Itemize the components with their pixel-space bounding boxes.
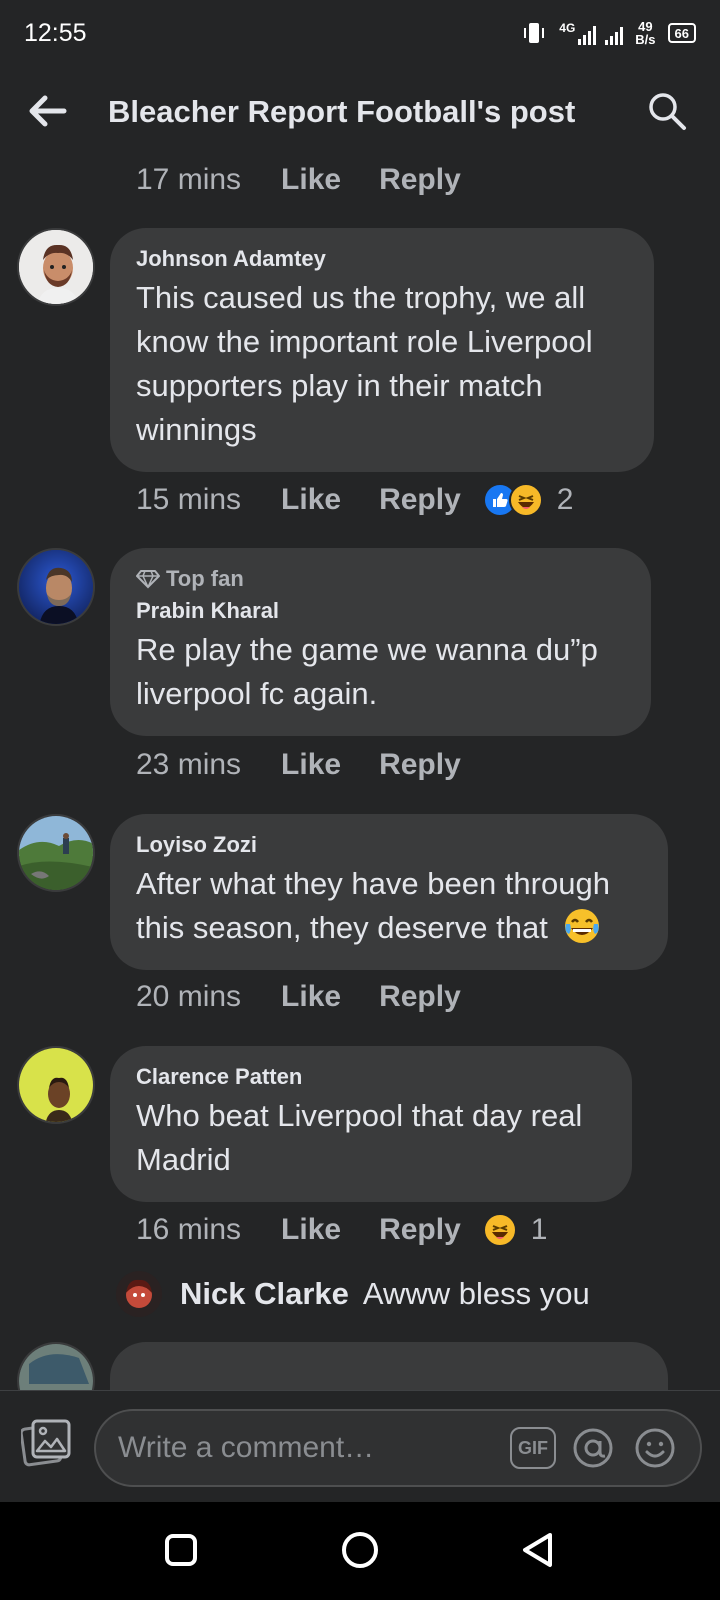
comment-input[interactable]: Write a comment… GIF <box>94 1409 702 1487</box>
net-speed: 49 B/s <box>635 19 656 47</box>
smiley-icon <box>635 1428 675 1468</box>
comment-meta: 17 mins Like Reply <box>136 163 461 197</box>
avatar[interactable] <box>17 228 95 306</box>
square-icon <box>165 1534 197 1566</box>
reaction-count: 2 <box>556 483 574 516</box>
emoji-button[interactable] <box>632 1425 678 1471</box>
comment-author[interactable]: Loyiso Zozi <box>136 832 642 858</box>
comments-list[interactable]: 17 mins Like Reply Johnson Adamtey This … <box>0 150 720 1392</box>
avatar[interactable] <box>17 814 95 892</box>
mention-button[interactable] <box>570 1425 616 1471</box>
comment-meta: 23 mins Like Reply <box>136 748 461 782</box>
comment-bubble[interactable]: Clarence Patten Who beat Liverpool that … <box>110 1046 632 1202</box>
avatar-loyiso-zozi <box>19 816 93 890</box>
reactions-summary[interactable]: 1 <box>482 1213 548 1247</box>
status-time: 12:55 <box>24 18 87 47</box>
avatar[interactable] <box>17 548 95 626</box>
comment-bubble[interactable] <box>110 1342 668 1392</box>
avatar-nick-clarke <box>116 1271 162 1317</box>
back-nav-button[interactable] <box>514 1526 562 1574</box>
reply-button[interactable]: Reply <box>379 980 461 1014</box>
tears-of-joy-emoji-icon <box>565 909 600 943</box>
comment-time: 17 mins <box>136 163 242 196</box>
haha-reaction-icon <box>508 483 543 517</box>
haha-reaction-icon <box>482 1213 517 1247</box>
battery-icon: 66 <box>667 23 696 43</box>
status-bar: 12:55 4G 49 B/s 66 <box>0 0 720 66</box>
reactions-summary[interactable]: 2 <box>482 483 574 517</box>
comment-time: 20 mins <box>136 980 242 1013</box>
comment-placeholder: Write a comment… <box>118 1431 375 1464</box>
gif-button[interactable]: GIF <box>510 1427 556 1469</box>
comment-author[interactable]: Clarence Patten <box>136 1064 606 1090</box>
comment-author[interactable]: Johnson Adamtey <box>136 246 628 272</box>
at-icon <box>573 1428 613 1468</box>
comment-time: 16 mins <box>136 1213 242 1246</box>
comment-text: Re play the game we wanna du”p liverpool… <box>136 632 598 711</box>
avatar-partial <box>19 1344 93 1392</box>
reply-button[interactable]: Reply <box>379 748 461 782</box>
comment-composer: Write a comment… GIF <box>0 1390 720 1502</box>
status-icons: 4G 49 B/s 66 <box>521 20 696 46</box>
comment-bubble[interactable]: Top fan Prabin Kharal Re play the game w… <box>110 548 651 736</box>
system-nav-bar <box>0 1502 720 1600</box>
photo-button[interactable] <box>20 1415 74 1469</box>
circle-icon <box>342 1532 378 1568</box>
signal-icon <box>578 25 597 45</box>
triangle-back-icon <box>523 1533 552 1567</box>
page-title: Bleacher Report Football's post <box>108 94 576 129</box>
like-button[interactable]: Like <box>281 163 341 197</box>
reply-button[interactable]: Reply <box>379 163 461 197</box>
search-button[interactable] <box>644 88 690 134</box>
signal-icon-2 <box>605 25 624 45</box>
reaction-count: 1 <box>530 1213 548 1246</box>
post-header: Bleacher Report Football's post <box>0 76 720 146</box>
comment-meta: 20 mins Like Reply <box>136 980 461 1014</box>
back-button[interactable] <box>24 87 72 135</box>
comment-meta: 15 mins Like Reply 2 <box>136 483 573 517</box>
recents-button[interactable] <box>157 1526 205 1574</box>
avatar-clarence-patten <box>19 1048 93 1122</box>
vibrate-icon <box>524 23 545 43</box>
reply-avatar <box>116 1271 162 1317</box>
like-button[interactable]: Like <box>281 748 341 782</box>
avatar-prabin-kharal <box>19 550 93 624</box>
comment-author[interactable]: Prabin Kharal <box>136 598 625 624</box>
like-button[interactable]: Like <box>281 483 341 517</box>
reply-text: Awww bless you <box>362 1276 590 1311</box>
comment-bubble[interactable]: Loyiso Zozi After what they have been th… <box>110 814 668 970</box>
comment-text: Who beat Liverpool that day real Madrid <box>136 1098 583 1177</box>
reply-preview[interactable]: Nick Clarke Awww bless you <box>116 1271 590 1317</box>
comment-text: This caused us the trophy, we all know t… <box>136 280 593 447</box>
diamond-icon <box>136 570 160 589</box>
gif-label: GIF <box>518 1437 548 1458</box>
arrow-left-icon <box>29 95 67 127</box>
comment-time: 23 mins <box>136 748 242 781</box>
comment-text: After what they have been through this s… <box>136 866 610 945</box>
top-fan-badge: Top fan <box>136 566 625 592</box>
reply-button[interactable]: Reply <box>379 483 461 517</box>
search-icon <box>649 93 686 130</box>
avatar-johnson-adamtey <box>19 230 93 304</box>
avatar[interactable] <box>17 1046 95 1124</box>
reply-button[interactable]: Reply <box>379 1213 461 1247</box>
comment-meta: 16 mins Like Reply 1 <box>136 1213 547 1247</box>
like-button[interactable]: Like <box>281 1213 341 1247</box>
photo-icon <box>21 1419 71 1467</box>
network-type: 4G <box>559 21 576 35</box>
comment-bubble[interactable]: Johnson Adamtey This caused us the troph… <box>110 228 654 472</box>
home-button[interactable] <box>336 1526 384 1574</box>
reply-author: Nick Clarke <box>180 1276 349 1311</box>
like-button[interactable]: Like <box>281 980 341 1014</box>
avatar[interactable] <box>17 1342 95 1392</box>
comment-time: 15 mins <box>136 483 242 516</box>
